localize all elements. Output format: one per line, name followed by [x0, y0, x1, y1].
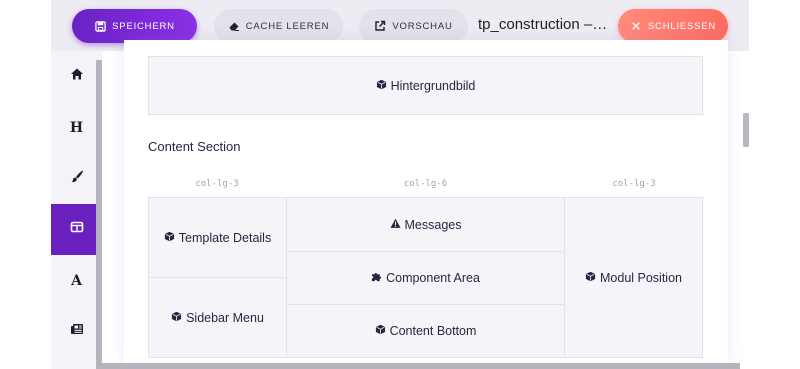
- page-title: tp_construction – St...: [478, 16, 610, 33]
- box-label: Component Area: [386, 271, 480, 285]
- sidebar-item-home[interactable]: [51, 51, 102, 102]
- section-title: Content Section: [148, 139, 241, 154]
- box-label: Template Details: [178, 230, 272, 245]
- cube-icon: [171, 311, 182, 325]
- sidebar-scrollbar[interactable]: [96, 60, 102, 369]
- preview-label: VORSCHAU: [392, 20, 453, 32]
- layout-box-messages[interactable]: Messages: [286, 197, 565, 252]
- save-label: SPEICHERN: [112, 20, 175, 32]
- column-label-left: col-lg-3: [195, 179, 239, 189]
- content-scrollbar-thumb[interactable]: [743, 113, 749, 147]
- home-icon: [70, 67, 84, 86]
- layout-box-content-bottom[interactable]: Content Bottom: [286, 304, 565, 358]
- box-label: Messages: [404, 217, 462, 232]
- sidebar-item-fonts[interactable]: A: [51, 255, 102, 306]
- cube-icon: [375, 324, 386, 338]
- puzzle-icon: [371, 271, 382, 285]
- heading-icon: H: [69, 119, 84, 136]
- box-label: Content Bottom: [389, 324, 477, 338]
- clear-cache-label: CACHE LEEREN: [245, 20, 330, 32]
- column-label-center: col-lg-6: [403, 179, 448, 189]
- close-label: SCHLIESSEN: [647, 20, 717, 32]
- layout-box-template-details[interactable]: Template Details: [148, 197, 287, 278]
- sidebar-item-news[interactable]: [51, 306, 102, 357]
- sidebar-item-style[interactable]: [51, 153, 102, 204]
- cube-icon: [164, 231, 175, 245]
- warning-icon: [389, 218, 401, 232]
- external-link-icon: [374, 20, 386, 32]
- sidebar-item-layout[interactable]: [51, 204, 102, 255]
- save-button[interactable]: SPEICHERN: [72, 9, 197, 43]
- clear-cache-button[interactable]: CACHE LEEREN: [214, 9, 343, 43]
- preview-button[interactable]: VORSCHAU: [359, 9, 468, 43]
- eraser-icon: [228, 20, 240, 32]
- cube-icon: [585, 271, 596, 285]
- box-label: Hintergrundbild: [390, 78, 476, 93]
- layout-box-sidebar-menu[interactable]: Sidebar Menu: [148, 277, 287, 358]
- layout-box-background[interactable]: Hintergrundbild: [148, 56, 703, 115]
- font-icon: A: [71, 272, 82, 289]
- horizontal-scrollbar[interactable]: [96, 363, 740, 369]
- column-label-right: col-lg-3: [612, 179, 656, 189]
- layout-box-module-position[interactable]: Modul Position: [564, 197, 703, 358]
- close-button[interactable]: SCHLIESSEN: [618, 9, 728, 43]
- close-icon: [630, 20, 642, 32]
- sidebar-item-heading[interactable]: H: [51, 102, 102, 153]
- save-icon: [94, 20, 106, 32]
- right-margin: [749, 0, 800, 369]
- layout-icon: [70, 220, 84, 239]
- cube-icon: [376, 79, 387, 93]
- sidebar: H A: [51, 51, 102, 369]
- paintbrush-icon: [70, 169, 84, 188]
- layout-box-component-area[interactable]: Component Area: [286, 251, 565, 305]
- box-label: Sidebar Menu: [186, 310, 264, 325]
- newspaper-icon: [70, 322, 84, 341]
- box-label: Modul Position: [600, 270, 682, 285]
